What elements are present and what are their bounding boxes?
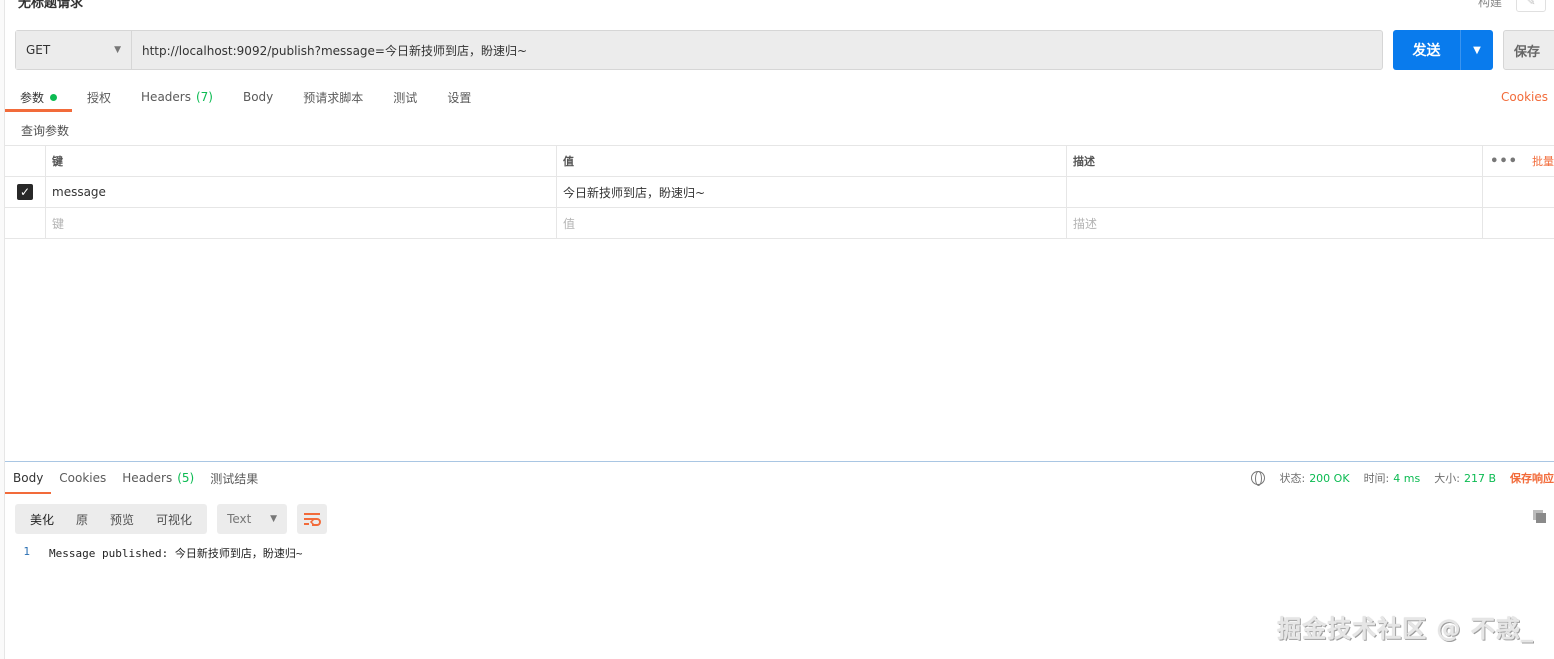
header-description: 描述 — [1067, 146, 1483, 176]
globe-icon[interactable] — [1251, 471, 1266, 486]
header-value: 值 — [557, 146, 1067, 176]
response-tab-headers-label: Headers — [122, 471, 173, 485]
time-value[interactable]: 4 ms — [1393, 472, 1420, 485]
time-label: 时间: — [1363, 472, 1390, 485]
tab-tests[interactable]: 测试 — [378, 82, 432, 112]
send-button[interactable]: 发送 ▼ — [1393, 30, 1493, 70]
response-meta: 状态: 200 OK 时间: 4 ms 大小: 217 B 保存响应 — [1251, 470, 1554, 486]
wrap-lines-button[interactable] — [297, 504, 328, 534]
view-visualize[interactable]: 可视化 — [145, 511, 203, 528]
response-tab-body-label: Body — [13, 471, 44, 485]
view-pretty[interactable]: 美化 — [19, 511, 65, 528]
time-info: 时间: 4 ms — [1364, 470, 1421, 486]
table-row: ✓ message 今日新技师到店，盼速归~ — [5, 177, 1554, 208]
new-key-input[interactable]: 键 — [46, 208, 557, 238]
row-extra — [1483, 177, 1554, 207]
copy-icon[interactable] — [1533, 510, 1547, 524]
size-value[interactable]: 217 B — [1464, 472, 1496, 485]
wrap-lines-icon — [304, 513, 321, 526]
new-param-row: 键 值 描述 — [5, 208, 1554, 239]
size-label: 大小: — [1434, 472, 1460, 485]
param-value[interactable]: 今日新技师到店，盼速归~ — [557, 177, 1067, 207]
row-checkbox[interactable]: ✓ — [17, 184, 33, 200]
save-response-button[interactable]: 保存响应 — [1510, 470, 1554, 486]
response-tab-body[interactable]: Body — [5, 462, 52, 494]
tab-tests-label: 测试 — [393, 90, 418, 105]
response-tab-test-results-label: 测试结果 — [210, 471, 259, 486]
chevron-down-icon: ▼ — [114, 45, 121, 55]
tab-headers-label: Headers — [141, 90, 191, 104]
tab-settings-label: 设置 — [447, 90, 472, 105]
request-title[interactable]: 无标题请求 — [18, 0, 83, 11]
build-label[interactable]: 构建 — [1478, 0, 1502, 10]
response-tab-cookies[interactable]: Cookies — [51, 462, 114, 494]
response-headers-count: (5) — [177, 471, 195, 485]
cookies-link[interactable]: Cookies — [1501, 90, 1548, 104]
response-tab-headers[interactable]: Headers (5) — [114, 462, 202, 494]
status-value[interactable]: 200 OK — [1309, 472, 1349, 485]
tab-params[interactable]: 参数 — [5, 82, 73, 112]
send-dropdown-icon[interactable]: ▼ — [1461, 30, 1493, 70]
status-info: 状态: 200 OK — [1279, 470, 1349, 486]
response-body: 1 Message published: 今日新技师到店，盼速归~ — [15, 545, 302, 561]
response-view-bar: 美化 原 预览 可视化 Text ▼ — [15, 504, 328, 534]
url-input[interactable]: http://localhost:9092/publish?message=今日… — [132, 31, 1382, 69]
tab-auth-label: 授权 — [87, 90, 112, 105]
params-active-dot — [50, 93, 58, 101]
edit-icon[interactable]: ✎ — [1516, 0, 1546, 12]
param-description[interactable] — [1067, 177, 1483, 207]
line-number: 1 — [23, 545, 30, 558]
headers-count: (7) — [195, 90, 213, 104]
params-table: 键 值 描述 ••• 批量 ✓ message 今日新技师到店，盼速归~ 键 值… — [5, 145, 1554, 239]
tab-settings[interactable]: 设置 — [432, 82, 486, 112]
tab-body-label: Body — [242, 90, 274, 104]
method-label: GET — [26, 43, 51, 57]
view-raw[interactable]: 原 — [65, 511, 99, 528]
params-header-row: 键 值 描述 ••• 批量 — [5, 146, 1554, 177]
send-label[interactable]: 发送 — [1393, 30, 1461, 70]
param-key[interactable]: message — [46, 177, 557, 207]
bulk-edit-link[interactable]: 批量 — [1532, 153, 1554, 169]
size-info: 大小: 217 B — [1434, 470, 1496, 486]
response-line: Message published: 今日新技师到店，盼速归~ — [49, 547, 303, 560]
header-actions: ••• 批量 — [1483, 146, 1554, 176]
header-key: 键 — [46, 146, 557, 176]
response-tab-test-results[interactable]: 测试结果 — [202, 462, 266, 494]
view-mode-group: 美化 原 预览 可视化 — [15, 504, 208, 534]
tab-auth[interactable]: 授权 — [72, 82, 126, 112]
watermark: 掘金技术社区 @ 不惑_ — [1277, 615, 1534, 643]
header-check-cell — [5, 146, 46, 176]
status-label: 状态: — [1279, 472, 1306, 485]
chevron-down-icon: ▼ — [270, 514, 278, 524]
format-label: Text — [227, 512, 252, 526]
tab-prerequest-script[interactable]: 预请求脚本 — [288, 82, 378, 112]
new-description-input[interactable]: 描述 — [1067, 208, 1483, 238]
query-params-label: 查询参数 — [21, 124, 70, 138]
new-row-extra — [1483, 208, 1554, 238]
tab-body[interactable]: Body — [228, 82, 288, 112]
response-tab-cookies-label: Cookies — [59, 471, 107, 485]
tab-params-label: 参数 — [20, 90, 45, 105]
new-row-check-cell — [5, 208, 46, 238]
top-right-actions: 构建 ✎ — [1478, 0, 1546, 12]
save-button[interactable]: 保存 — [1503, 30, 1554, 70]
url-bar: GET ▼ http://localhost:9092/publish?mess… — [15, 30, 1383, 70]
request-tabs: 参数 授权 Headers (7) Body 预请求脚本 测试 设置 — [5, 82, 1554, 112]
new-value-input[interactable]: 值 — [557, 208, 1067, 238]
tab-headers[interactable]: Headers (7) — [126, 82, 228, 112]
tab-prerequest-label: 预请求脚本 — [303, 90, 364, 105]
format-select[interactable]: Text ▼ — [217, 504, 288, 534]
method-select[interactable]: GET ▼ — [16, 31, 132, 69]
row-check-cell: ✓ — [5, 177, 46, 207]
view-preview[interactable]: 预览 — [99, 511, 145, 528]
more-options-icon[interactable]: ••• — [1490, 154, 1518, 169]
